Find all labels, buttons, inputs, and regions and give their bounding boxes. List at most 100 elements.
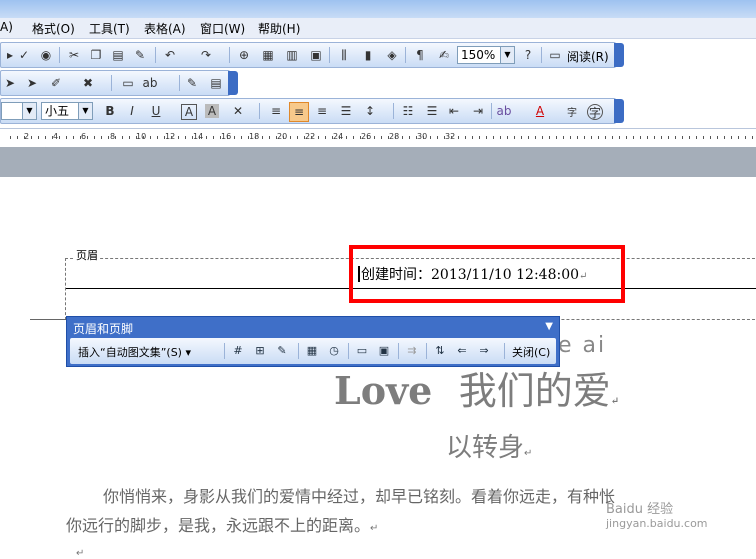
spellcheck-icon[interactable]: ✓ — [15, 46, 33, 64]
track-changes-icon[interactable]: ✐ — [47, 74, 65, 92]
reject-change-icon[interactable]: ➤ — [23, 74, 41, 92]
justify-icon[interactable]: ☰ — [337, 102, 355, 120]
send-icon[interactable]: ▤ — [207, 74, 225, 92]
menu-help[interactable]: 帮助(H) — [258, 20, 300, 37]
undo-icon[interactable]: ↶ — [161, 46, 179, 64]
decrease-indent-icon[interactable]: ⇤ — [445, 102, 463, 120]
paragraph-mark-icon: ↵ — [370, 523, 379, 534]
redo-icon[interactable]: ↷ — [197, 46, 215, 64]
read-button[interactable]: 阅读(R) — [567, 48, 609, 65]
line-spacing-icon[interactable]: ↕ — [361, 102, 379, 120]
ruler-tick — [269, 136, 270, 139]
ruler-tick — [514, 136, 515, 139]
insert-page-count-icon[interactable]: ⊞ — [252, 342, 268, 358]
insert-autotext-button[interactable]: 插入“自动图文集”(S) ▾ — [78, 344, 191, 360]
ruler-tick — [521, 136, 522, 139]
ruler-tick — [108, 136, 109, 139]
align-right-icon[interactable]: ≡ — [313, 102, 331, 120]
header-footer-toolbar[interactable]: 页眉和页脚 ▼ 插入“自动图文集”(S) ▾ # ⊞ ✎ ▦ ◷ ▭ ▣ ⇉ ⇅… — [66, 316, 560, 367]
watermark-en: jingyan.baidu.com — [606, 517, 708, 530]
horizontal-ruler[interactable]: 2 4 6 8 10 12 14 16 18 20 22 24 26 28 30… — [0, 128, 756, 148]
ruler-tick — [591, 136, 592, 139]
ruler-tick — [290, 136, 291, 139]
underline-icon[interactable]: U — [147, 102, 165, 120]
compare-icon[interactable]: ✎ — [183, 74, 201, 92]
show-hide-icon[interactable]: ¶ — [411, 46, 429, 64]
insert-table-icon[interactable]: ▥ — [283, 46, 301, 64]
menu-format[interactable]: 格式(O) — [32, 20, 75, 37]
highlight-icon[interactable]: ab — [141, 74, 159, 92]
font-color-icon[interactable]: A — [531, 102, 549, 120]
chevron-down-icon[interactable]: ▼ — [78, 103, 92, 119]
insert-time-icon[interactable]: ◷ — [326, 342, 342, 358]
highlight-color-icon[interactable]: ab — [495, 102, 513, 120]
menu-table[interactable]: 表格(A) — [144, 20, 186, 37]
watermark: Baidu 经验 jingyan.baidu.com — [606, 498, 708, 530]
align-left-icon[interactable]: ≡ — [267, 102, 285, 120]
format-painter-icon[interactable]: ✎ — [131, 46, 149, 64]
hyperlink-icon[interactable]: ⊕ — [235, 46, 253, 64]
ruler-tick — [213, 136, 214, 139]
reviewing-pane-icon[interactable]: ▭ — [119, 74, 137, 92]
chevron-down-icon[interactable]: ▼ — [545, 321, 553, 332]
bullets-icon[interactable]: ☰ — [423, 102, 441, 120]
ruler-tick — [73, 136, 74, 139]
doc-paragraph-1: 你悄悄来，身影从我们的爱情中经过，却早已铭刻。看着你远走，有种怅 — [103, 487, 616, 506]
show-next-icon[interactable]: ⇒ — [476, 342, 492, 358]
format-page-number-icon[interactable]: ✎ — [274, 342, 290, 358]
italic-icon[interactable]: I — [123, 102, 141, 120]
bold-icon[interactable]: B — [101, 102, 119, 120]
ruler-tick — [493, 136, 494, 139]
doc-map-icon[interactable]: ◈ — [383, 46, 401, 64]
ruler-tick — [731, 136, 732, 139]
switch-header-footer-icon[interactable]: ⇅ — [432, 342, 448, 358]
char-shading-icon[interactable]: A — [205, 104, 219, 118]
toolbar-options-icon[interactable] — [228, 71, 238, 95]
chevron-down-icon[interactable]: ▼ — [500, 47, 514, 63]
font-size-select[interactable]: 小五 ▼ — [41, 102, 93, 120]
margin-line — [30, 319, 70, 320]
columns-icon[interactable]: ⫼ — [335, 46, 353, 64]
insert-excel-icon[interactable]: ▣ — [307, 46, 325, 64]
menu-tools[interactable]: 工具(T) — [89, 20, 130, 37]
increase-indent-icon[interactable]: ⇥ — [469, 102, 487, 120]
ruler-tick — [227, 136, 228, 139]
close-header-footer-button[interactable]: 关闭(C) — [512, 344, 550, 360]
toolbar-options-icon[interactable] — [614, 99, 624, 123]
tables-borders-icon[interactable]: ▦ — [259, 46, 277, 64]
show-previous-icon[interactable]: ⇐ — [454, 342, 470, 358]
paste-icon[interactable]: ▤ — [109, 46, 127, 64]
page-setup-icon[interactable]: ▭ — [354, 342, 370, 358]
ruler-tick — [318, 136, 319, 139]
help-icon[interactable]: ? — [519, 46, 537, 64]
char-border-icon[interactable]: A — [181, 104, 197, 120]
char-scale-icon[interactable]: ✕ — [229, 102, 247, 120]
ruler-tick — [262, 136, 263, 139]
toolbar-options-icon[interactable] — [614, 43, 624, 67]
doc-title: Love 我们的爱↵ — [334, 360, 619, 415]
reviewing-toolbar: ➤ ➤ ✐ ✖ ▭ ab ✎ ▤ — [0, 70, 238, 96]
phonetic-guide-icon[interactable]: 字 — [563, 102, 581, 120]
enclose-char-icon[interactable]: 字 — [587, 104, 603, 120]
insert-page-number-icon[interactable]: # — [230, 342, 246, 358]
insert-date-icon[interactable]: ▦ — [304, 342, 320, 358]
numbering-icon[interactable]: ☷ — [399, 102, 417, 120]
zoom-select[interactable]: 150% ▼ — [457, 46, 515, 64]
chevron-down-icon[interactable]: ▼ — [22, 103, 36, 119]
ink-icon[interactable]: ✍ — [435, 46, 453, 64]
research-icon[interactable]: ◉ — [37, 46, 55, 64]
drawing-icon[interactable]: ▮ — [359, 46, 377, 64]
ruler-tick — [59, 136, 60, 139]
same-as-previous-icon[interactable]: ⇉ — [404, 342, 420, 358]
accept-change-icon[interactable]: ➤ — [1, 74, 19, 92]
delete-comment-icon[interactable]: ✖ — [79, 74, 97, 92]
font-name-select[interactable]: ▼ — [1, 102, 37, 120]
ruler-tick — [248, 136, 249, 139]
menu-edit[interactable]: A) — [0, 20, 13, 34]
copy-icon[interactable]: ❐ — [87, 46, 105, 64]
cut-icon[interactable]: ✂ — [65, 46, 83, 64]
align-center-icon[interactable]: ≡ — [289, 102, 309, 122]
show-hide-text-icon[interactable]: ▣ — [376, 342, 392, 358]
menu-window[interactable]: 窗口(W) — [200, 20, 245, 37]
doc-title-cn: 我们的爱 — [458, 369, 611, 413]
